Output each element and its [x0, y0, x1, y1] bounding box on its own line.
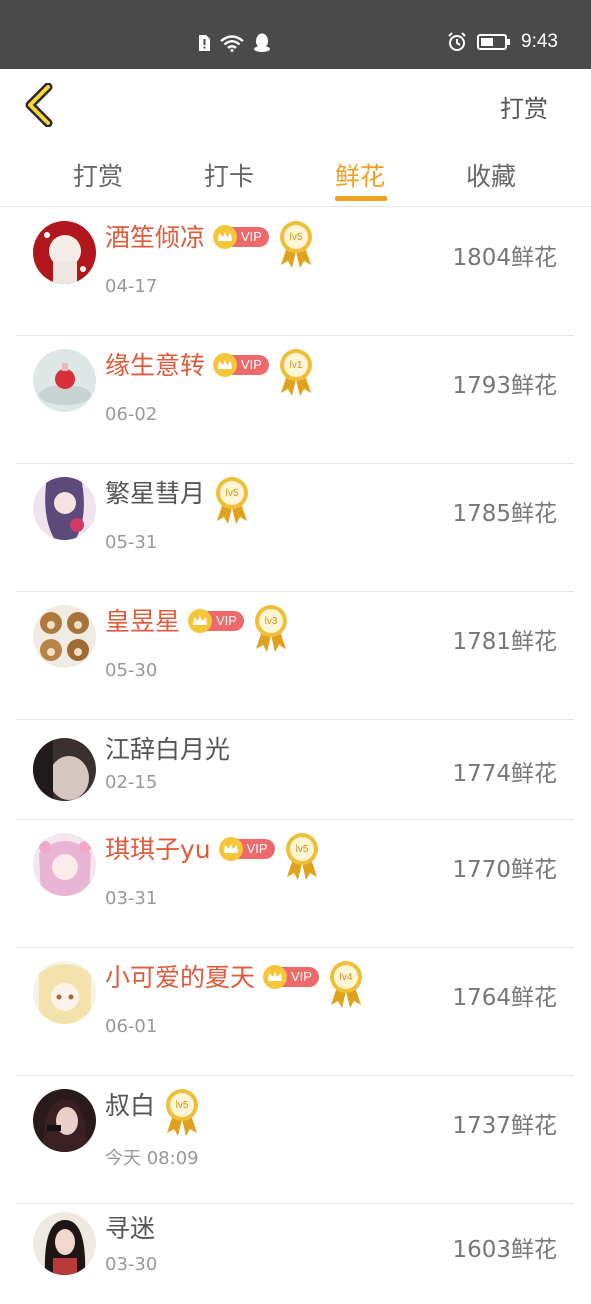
avatar[interactable]: [33, 833, 96, 896]
vip-badge: VIP: [218, 837, 275, 861]
status-time: 9:43: [521, 31, 558, 52]
level-label: lv3: [265, 616, 278, 627]
flower-count: 1781鲜花: [452, 629, 557, 655]
name-line: 江辞白月光: [105, 733, 230, 767]
avatar[interactable]: [33, 1089, 96, 1152]
name-line: 皇昱星 VIP lv3: [105, 605, 290, 653]
list-item[interactable]: 小可爱的夏天 VIP lv4 06-01 1764鲜花: [17, 948, 574, 1076]
name-line: 酒笙倾凉 VIP lv5: [105, 221, 315, 269]
list-item[interactable]: 繁星彗月 lv5 05-31 1785鲜花: [17, 464, 574, 592]
qq-icon: [254, 33, 270, 52]
level-label: lv5: [226, 488, 239, 499]
flower-count: 1793鲜花: [452, 373, 557, 399]
flower-count: 1785鲜花: [452, 501, 557, 527]
level-medal-icon: lv1: [279, 349, 312, 396]
list-item[interactable]: 酒笙倾凉 VIP lv5 04-17 1804鲜花: [17, 208, 574, 336]
avatar[interactable]: [33, 477, 96, 540]
reward-action-button[interactable]: 打赏: [500, 89, 548, 124]
flower-count: 1770鲜花: [452, 857, 557, 883]
flower-count: 1603鲜花: [452, 1237, 557, 1263]
back-button[interactable]: [22, 82, 58, 128]
name-line: 琪琪子yu VIP lv5: [105, 833, 321, 881]
sim-alert-icon: [199, 35, 210, 51]
user-name[interactable]: 繁星彗月: [105, 477, 205, 511]
tab-favorites[interactable]: 收藏: [466, 157, 516, 193]
crown-icon: [263, 965, 288, 989]
level-label: lv5: [295, 844, 308, 855]
list-item[interactable]: 叔白 lv5 今天 08:09 1737鲜花: [17, 1076, 574, 1204]
user-name[interactable]: 叔白: [105, 1089, 155, 1123]
vip-badge: VIP: [188, 609, 244, 633]
flower-count: 1774鲜花: [452, 761, 557, 787]
avatar[interactable]: [33, 1212, 96, 1275]
name-line: 繁星彗月 lv5: [105, 477, 251, 525]
list-item[interactable]: 缘生意转 VIP lv1 06-02 1793鲜花: [17, 336, 574, 464]
date: 03-31: [105, 888, 158, 909]
date: 05-30: [105, 660, 158, 681]
status-bar: 9:43: [0, 0, 591, 69]
tab-reward[interactable]: 打赏: [73, 157, 123, 193]
name-line: 寻迷: [105, 1212, 155, 1246]
alarm-icon: [448, 32, 466, 51]
tab-checkin[interactable]: 打卡: [204, 157, 254, 193]
list-item[interactable]: 江辞白月光 02-15 1774鲜花: [17, 720, 574, 820]
name-line: 叔白 lv5: [105, 1089, 201, 1137]
tab-bar: 打赏 打卡 鲜花 收藏: [0, 141, 591, 207]
list-item[interactable]: 琪琪子yu VIP lv5 03-31 1770鲜花: [17, 820, 574, 948]
chevron-left-icon: [25, 82, 53, 128]
flower-count: 1764鲜花: [452, 985, 557, 1011]
name-line: 小可爱的夏天 VIP lv4: [105, 961, 365, 1009]
user-name[interactable]: 江辞白月光: [105, 733, 230, 767]
flower-ranking-list: 酒笙倾凉 VIP lv5 04-17 1804鲜花 缘生意转 VIP lv1 0…: [0, 208, 591, 1304]
flower-count: 1737鲜花: [452, 1113, 557, 1139]
level-medal-icon: lv5: [166, 1089, 199, 1136]
date: 05-31: [105, 532, 158, 553]
level-medal-icon: lv5: [216, 477, 249, 524]
status-icons-right: 9:43: [447, 31, 558, 53]
level-label: lv5: [290, 232, 303, 243]
list-item[interactable]: 皇昱星 VIP lv3 05-30 1781鲜花: [17, 592, 574, 720]
level-label: lv5: [176, 1100, 189, 1111]
user-name[interactable]: 寻迷: [105, 1212, 155, 1246]
status-icons-center: [197, 33, 271, 53]
level-label: lv4: [340, 972, 353, 983]
date: 04-17: [105, 276, 158, 297]
date: 03-30: [105, 1254, 158, 1275]
level-medal-icon: lv5: [285, 833, 318, 880]
avatar[interactable]: [33, 738, 96, 801]
user-name[interactable]: 缘生意转: [105, 349, 205, 383]
level-medal-icon: lv3: [254, 605, 287, 652]
user-name[interactable]: 琪琪子yu: [105, 833, 211, 867]
date: 今天 08:09: [105, 1148, 199, 1169]
battery-icon: [477, 34, 511, 50]
vip-badge: VIP: [213, 225, 269, 249]
user-name[interactable]: 小可爱的夏天: [105, 961, 255, 995]
level-medal-icon: lv4: [329, 961, 362, 1008]
user-name[interactable]: 酒笙倾凉: [105, 221, 205, 255]
active-tab-indicator: [335, 196, 387, 201]
level-medal-icon: lv5: [279, 221, 312, 268]
name-line: 缘生意转 VIP lv1: [105, 349, 315, 397]
crown-icon: [218, 837, 243, 861]
vip-badge: VIP: [213, 353, 269, 377]
avatar[interactable]: [33, 961, 96, 1024]
header: 打赏: [0, 69, 591, 141]
avatar[interactable]: [33, 221, 96, 284]
user-name[interactable]: 皇昱星: [105, 605, 180, 639]
list-item[interactable]: 寻迷 03-30 1603鲜花: [17, 1204, 574, 1304]
date: 06-02: [105, 404, 158, 425]
avatar[interactable]: [33, 605, 96, 668]
vip-badge: VIP: [263, 965, 319, 989]
date: 02-15: [105, 772, 158, 793]
date: 06-01: [105, 1016, 158, 1037]
crown-icon: [188, 609, 213, 633]
crown-icon: [213, 353, 238, 377]
flower-count: 1804鲜花: [452, 245, 557, 271]
wifi-icon: [220, 35, 244, 52]
level-label: lv1: [290, 360, 303, 371]
tab-flowers[interactable]: 鲜花: [335, 157, 385, 193]
crown-icon: [213, 225, 238, 249]
avatar[interactable]: [33, 349, 96, 412]
